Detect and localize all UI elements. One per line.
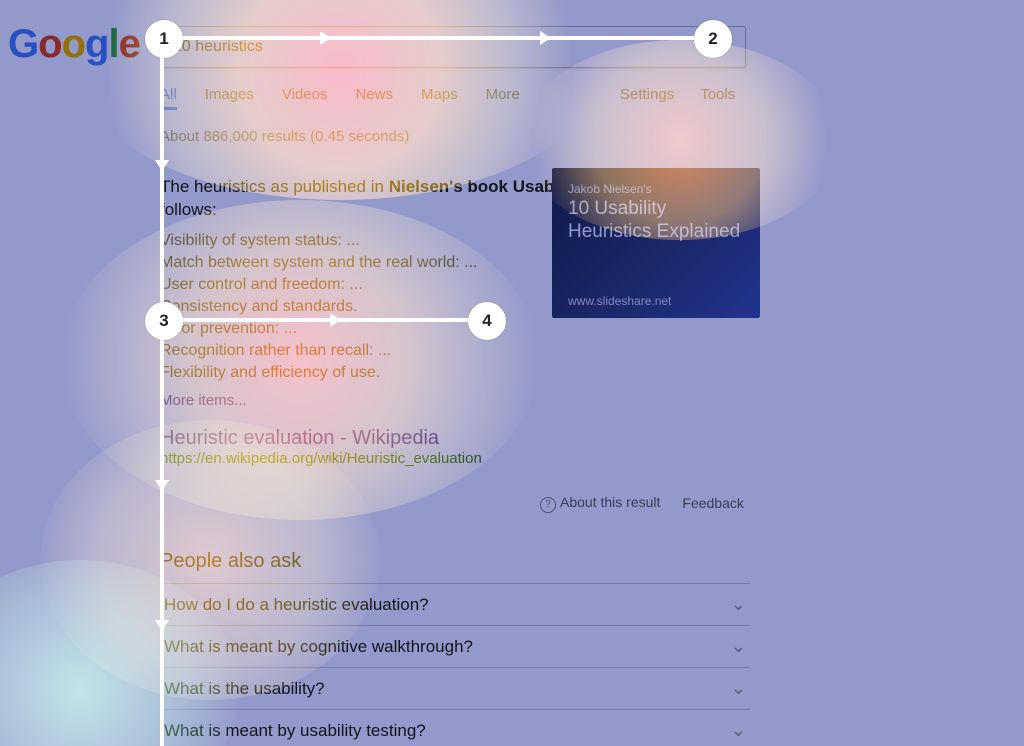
serp-page: Google 10 heuristics All Images Videos N… xyxy=(0,0,1024,746)
featured-item: Error prevention: ... xyxy=(160,320,750,338)
tab-images[interactable]: Images xyxy=(205,86,254,110)
result-url[interactable]: https://en.wikipedia.org/wiki/Heuristic_… xyxy=(160,450,750,467)
search-input[interactable]: 10 heuristics xyxy=(160,26,746,68)
paa-question-text: What is meant by usability testing? xyxy=(164,721,426,741)
snippet-feedback-link[interactable]: Feedback xyxy=(682,495,743,511)
about-result-label: About this result xyxy=(560,494,660,510)
tab-more[interactable]: More xyxy=(486,86,520,110)
knowledge-card-title: 10 Usability Heuristics Explained xyxy=(568,198,744,244)
chevron-down-icon: ⌄ xyxy=(731,594,746,615)
featured-more-link[interactable]: More items... xyxy=(160,392,750,409)
paa-question-text: What is the usability? xyxy=(164,679,325,699)
chevron-down-icon: ⌄ xyxy=(731,678,746,699)
paa-question[interactable]: What is meant by usability testing? ⌄ xyxy=(160,709,750,746)
about-result-link[interactable]: ?About this result xyxy=(540,494,660,513)
tab-news[interactable]: News xyxy=(355,86,393,110)
featured-heading-prefix: The heuristics as published in xyxy=(160,177,389,196)
chevron-down-icon: ⌄ xyxy=(731,636,746,657)
search-tabs: All Images Videos News Maps More xyxy=(160,86,520,110)
knowledge-card-pretitle: Jakob Nielsen's xyxy=(568,182,744,196)
featured-item: Recognition rather than recall: ... xyxy=(160,342,750,360)
paa-question[interactable]: What is the usability? ⌄ xyxy=(160,667,750,709)
about-result-row: ?About this result Feedback xyxy=(540,494,744,513)
knowledge-card-source: www.slideshare.net xyxy=(568,294,671,308)
chevron-down-icon: ⌄ xyxy=(731,720,746,741)
tab-videos[interactable]: Videos xyxy=(282,86,328,110)
tab-maps[interactable]: Maps xyxy=(421,86,458,110)
paa-question-text: How do I do a heuristic evaluation? xyxy=(164,595,429,615)
paa-title: People also ask xyxy=(160,550,750,573)
settings-link[interactable]: Settings xyxy=(620,86,674,103)
search-tools: Settings Tools xyxy=(620,86,735,103)
featured-item: Flexibility and efficiency of use. xyxy=(160,364,750,382)
mic-icon[interactable] xyxy=(715,38,733,56)
search-query-text: 10 heuristics xyxy=(173,38,263,56)
people-also-ask: People also ask How do I do a heuristic … xyxy=(160,550,750,746)
paa-question[interactable]: How do I do a heuristic evaluation? ⌄ xyxy=(160,583,750,625)
tools-link[interactable]: Tools xyxy=(700,86,735,103)
paa-question-text: What is meant by cognitive walkthrough? xyxy=(164,637,473,657)
result-title-link[interactable]: Heuristic evaluation - Wikipedia xyxy=(160,427,750,450)
info-icon: ? xyxy=(540,497,556,513)
tab-all[interactable]: All xyxy=(160,86,177,110)
knowledge-card[interactable]: Jakob Nielsen's 10 Usability Heuristics … xyxy=(552,168,760,318)
result-stats: About 886,000 results (0.45 seconds) xyxy=(160,128,409,145)
google-logo[interactable]: Google xyxy=(8,22,140,67)
paa-question[interactable]: What is meant by cognitive walkthrough? … xyxy=(160,625,750,667)
